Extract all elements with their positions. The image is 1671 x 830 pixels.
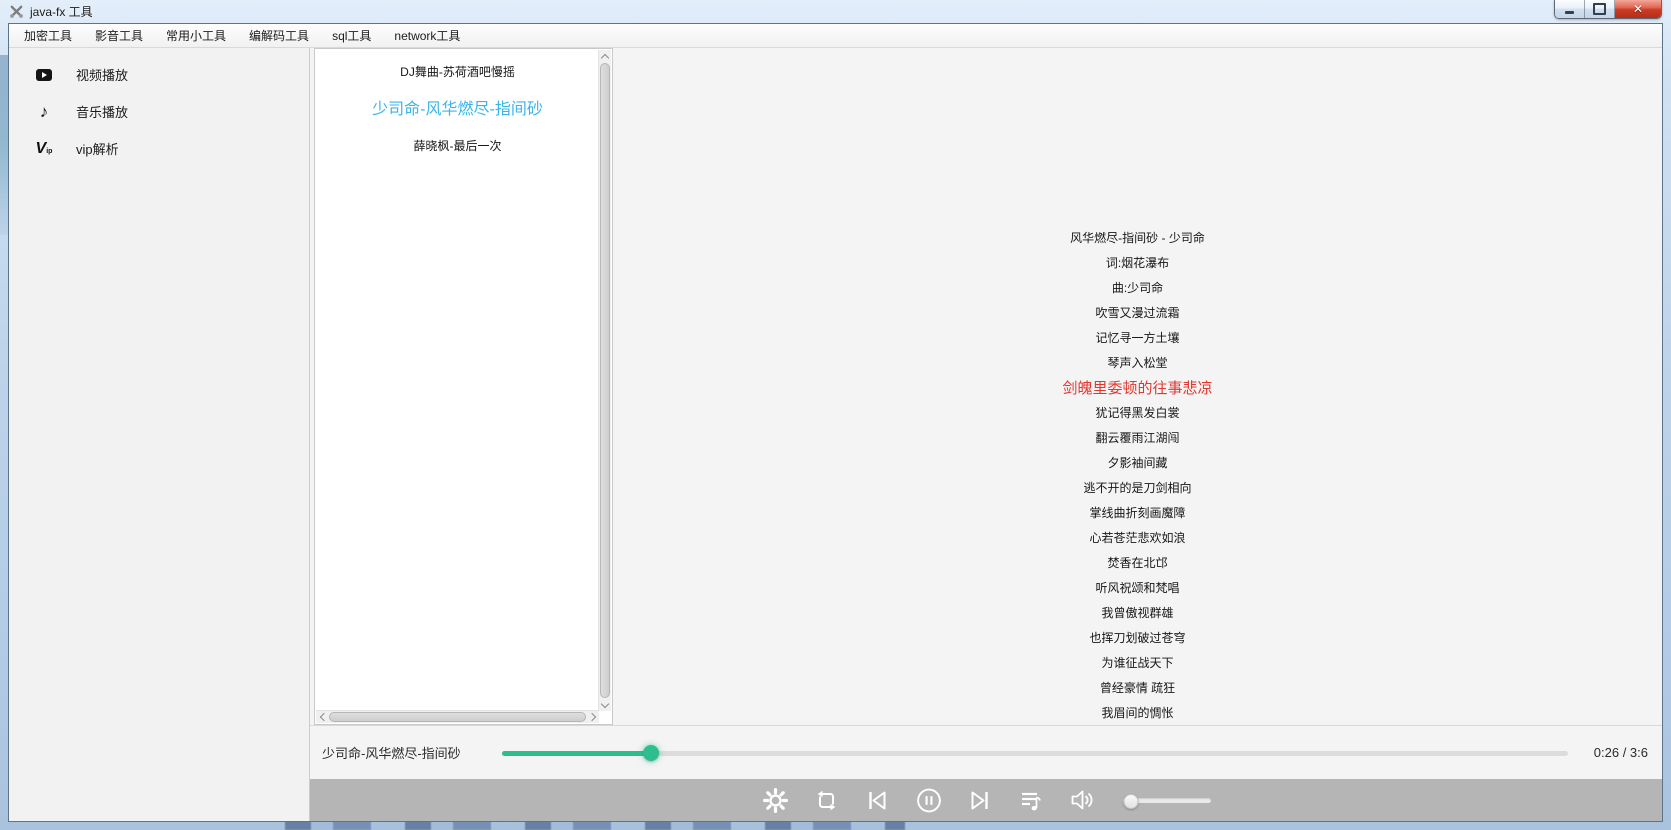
progress-slider[interactable] — [502, 743, 1568, 763]
sidebar-item-video[interactable]: 视频播放 — [9, 56, 309, 93]
lyric-line: 犹记得黑发白裳 — [613, 401, 1662, 426]
lyric-line: 琴声入松堂 — [613, 351, 1662, 376]
menu-item[interactable]: sql工具 — [322, 24, 381, 47]
repeat-button[interactable] — [813, 786, 841, 814]
repeat-icon — [813, 787, 840, 814]
vip-icon: Vip — [34, 141, 54, 157]
playlist-item[interactable]: 薛晓枫-最后一次 — [317, 128, 598, 165]
lyric-line: 曾经豪情 疏狂 — [613, 676, 1662, 701]
lyric-line: 心若苍茫悲欢如浪 — [613, 526, 1662, 551]
playlist-item[interactable]: DJ舞曲-苏荷酒吧慢摇 — [317, 54, 598, 91]
aero-frame-bottom — [285, 821, 905, 830]
maximize-icon — [1593, 3, 1606, 15]
settings-button[interactable] — [762, 786, 790, 814]
control-bar — [310, 779, 1662, 821]
lyric-line: 曲:少司命 — [613, 276, 1662, 301]
current-lyric-line: 剑魄里委顿的往事悲凉 — [613, 376, 1662, 401]
scroll-up-icon[interactable] — [599, 50, 611, 62]
lyric-line: 为谁征战天下 — [613, 651, 1662, 676]
menu-item[interactable]: 常用小工具 — [156, 24, 236, 47]
player-bar: 少司命-风华燃尽-指间砂 0:26 / 3:6 — [310, 725, 1662, 779]
lyric-line: 也挥刀划破过苍穹 — [613, 626, 1662, 651]
lyric-line: 吹雪又漫过流霜 — [613, 301, 1662, 326]
gear-icon — [762, 787, 789, 814]
previous-icon — [864, 787, 891, 814]
window-title: java-fx 工具 — [30, 3, 93, 20]
minimize-icon — [1565, 11, 1574, 14]
playlist-vertical-scrollbar[interactable] — [598, 50, 611, 711]
app-icon — [9, 4, 24, 19]
playlist-icon — [1017, 787, 1044, 814]
menu-item[interactable]: network工具 — [384, 24, 470, 47]
menu-bar: 加密工具 影音工具 常用小工具 编解码工具 sql工具 network工具 — [9, 24, 1662, 48]
volume-button[interactable] — [1068, 786, 1096, 814]
window-controls: ✕ — [1554, 0, 1662, 19]
lyric-line: 焚香在北邙 — [613, 551, 1662, 576]
lyric-line: 掌线曲折刻画魔障 — [613, 501, 1662, 526]
lyric-line: 我曾傲视群雄 — [613, 601, 1662, 626]
menu-item[interactable]: 加密工具 — [14, 24, 82, 47]
app-window: java-fx 工具 ✕ 加密工具 影音工具 常用小工具 编解码工具 sql工具… — [0, 0, 1671, 830]
music-note-icon: ♪ — [34, 103, 54, 120]
playlist-horizontal-scrollbar[interactable] — [316, 710, 599, 723]
progress-thumb[interactable] — [643, 745, 659, 761]
playlist-panel: DJ舞曲-苏荷酒吧慢摇 少司命-风华燃尽-指间砂 薛晓枫-最后一次 — [314, 48, 613, 725]
menu-item[interactable]: 编解码工具 — [239, 24, 319, 47]
lyric-line: 词:烟花瀑布 — [613, 251, 1662, 276]
pause-icon — [915, 786, 943, 815]
lyrics-panel: 风华燃尽-指间砂 - 少司命 词:烟花瀑布 曲:少司命 吹雪又漫过流霜 记忆寻一… — [613, 48, 1662, 725]
time-display: 0:26 / 3:6 — [1594, 745, 1648, 760]
lyric-line: 夕影袖间藏 — [613, 451, 1662, 476]
minimize-button[interactable] — [1555, 0, 1585, 18]
next-icon — [966, 787, 993, 814]
lyric-line: 听风祝颂和梵唱 — [613, 576, 1662, 601]
volume-slider[interactable] — [1123, 793, 1211, 807]
previous-button[interactable] — [864, 786, 892, 814]
progress-track[interactable] — [502, 751, 1568, 756]
volume-thumb[interactable] — [1124, 794, 1139, 809]
playlist-item[interactable]: 少司命-风华燃尽-指间砂 — [317, 91, 598, 128]
vertical-scroll-thumb[interactable] — [600, 63, 610, 698]
horizontal-scroll-thumb[interactable] — [329, 712, 586, 722]
lyric-line: 我眉间的惆怅 — [613, 701, 1662, 725]
sidebar: 视频播放 ♪ 音乐播放 Vip vip解析 — [9, 48, 310, 821]
sidebar-item-vip[interactable]: Vip vip解析 — [9, 130, 309, 167]
progress-fill — [502, 751, 651, 756]
lyric-line: 逃不开的是刀剑相向 — [613, 476, 1662, 501]
scroll-right-icon[interactable] — [587, 711, 599, 723]
lyric-line: 记忆寻一方土壤 — [613, 326, 1662, 351]
window-titlebar: java-fx 工具 ✕ — [0, 0, 1671, 23]
aero-frame-left — [0, 55, 8, 235]
playlist-button[interactable] — [1017, 786, 1045, 814]
close-button[interactable]: ✕ — [1615, 0, 1661, 18]
main-area: DJ舞曲-苏荷酒吧慢摇 少司命-风华燃尽-指间砂 薛晓枫-最后一次 — [310, 48, 1662, 821]
app-content: 加密工具 影音工具 常用小工具 编解码工具 sql工具 network工具 视频… — [8, 23, 1663, 822]
menu-item[interactable]: 影音工具 — [85, 24, 153, 47]
lyric-line: 翻云覆雨江湖闯 — [613, 426, 1662, 451]
next-button[interactable] — [966, 786, 994, 814]
sidebar-item-music[interactable]: ♪ 音乐播放 — [9, 93, 309, 130]
close-icon: ✕ — [1633, 3, 1643, 15]
volume-icon — [1068, 786, 1096, 814]
video-play-icon — [34, 69, 54, 81]
maximize-button[interactable] — [1585, 0, 1615, 18]
scroll-down-icon[interactable] — [599, 699, 611, 711]
scroll-left-icon[interactable] — [316, 711, 328, 723]
current-song-label: 少司命-风华燃尽-指间砂 — [322, 743, 490, 762]
lyric-line: 风华燃尽-指间砂 - 少司命 — [613, 226, 1662, 251]
pause-button[interactable] — [915, 786, 943, 814]
